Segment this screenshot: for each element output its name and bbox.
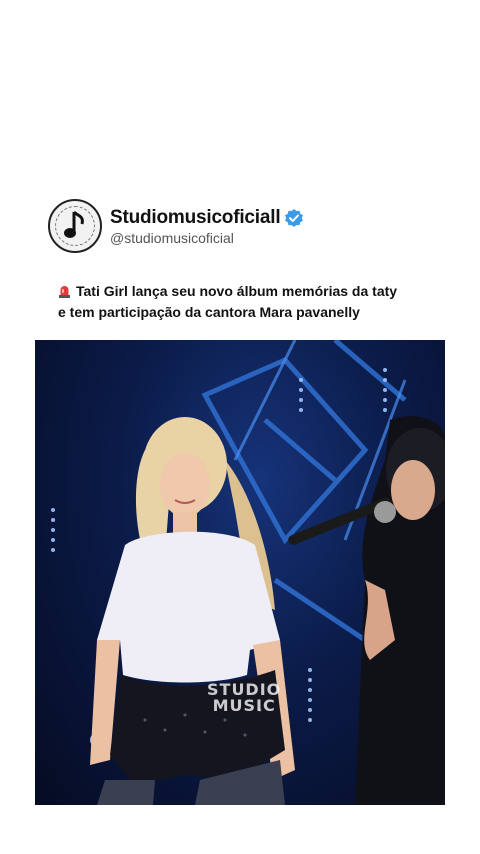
watermark-line-2: MUSIC	[212, 696, 276, 715]
handle[interactable]: @studiomusicoficial	[110, 230, 304, 246]
music-note-icon	[64, 210, 84, 238]
avatar[interactable]	[48, 199, 102, 253]
post-header: Studiomusicoficiall @studiomusicoficial	[48, 199, 304, 253]
caption-line-2: e tem participação da cantora Mara pavan…	[58, 304, 360, 320]
caption-line-1: Tati Girl lança seu novo álbum memórias …	[76, 283, 398, 299]
siren-icon	[59, 286, 70, 298]
video-frame	[51, 340, 445, 805]
verified-badge-icon	[285, 208, 304, 227]
display-name[interactable]: Studiomusicoficiall	[110, 207, 281, 229]
video-player[interactable]: STUDIO MUSIC	[35, 340, 445, 805]
video-watermark: STUDIO MUSIC	[207, 682, 281, 714]
post-caption: Tati Girl lança seu novo álbum memórias …	[58, 281, 438, 323]
